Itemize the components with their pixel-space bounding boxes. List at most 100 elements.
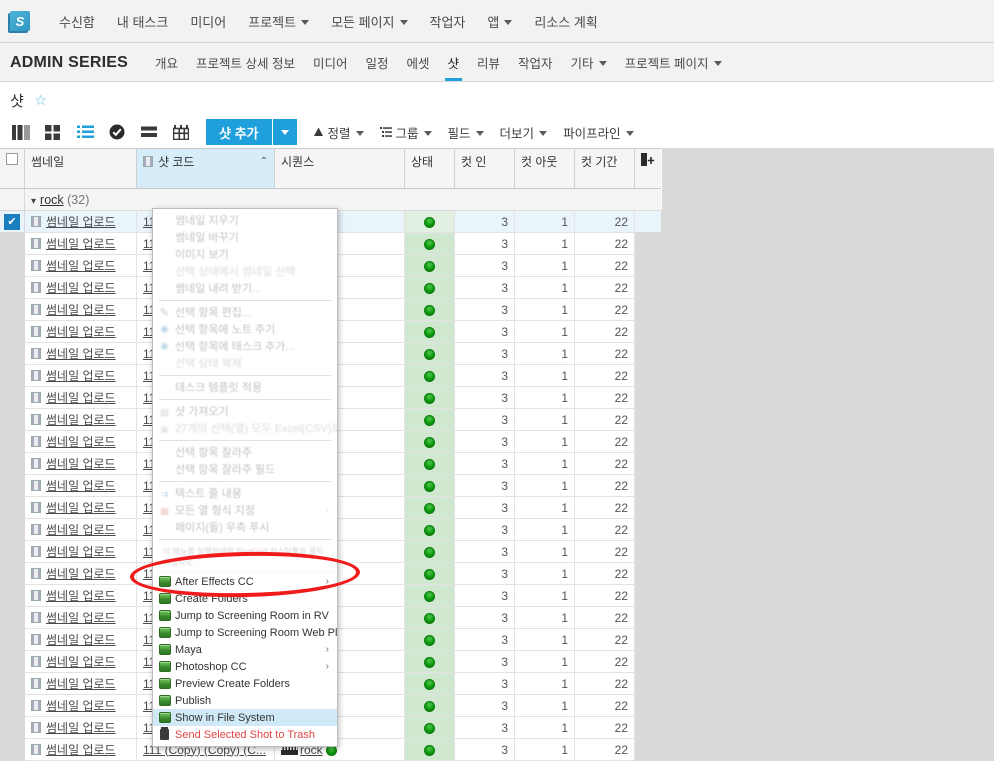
thumbnail-cell[interactable]: 썸네일 업로드 bbox=[24, 562, 137, 585]
thumbnail-upload-link[interactable]: 썸네일 업로드 bbox=[46, 589, 116, 603]
context-menu-item[interactable]: ▦ 모든 열 형식 지정 › bbox=[153, 502, 337, 519]
cut-duration-cell[interactable]: 22 bbox=[574, 738, 635, 761]
cut-duration-cell[interactable]: 22 bbox=[574, 606, 635, 629]
context-menu-item[interactable]: Create Folders bbox=[153, 590, 337, 607]
context-menu-item[interactable]: Send Selected Shot to Trash bbox=[153, 726, 337, 743]
favorite-star-icon[interactable]: ☆ bbox=[34, 92, 47, 109]
context-menu-item[interactable]: Show in File System bbox=[153, 709, 337, 726]
thumbnail-cell[interactable]: 썸네일 업로드 bbox=[24, 254, 137, 277]
cut-out-cell[interactable]: 1 bbox=[514, 738, 575, 761]
cut-out-cell[interactable]: 1 bbox=[514, 518, 575, 541]
status-cell[interactable] bbox=[404, 496, 455, 519]
globalnav-item-4[interactable]: 모든 페이지 bbox=[320, 0, 418, 43]
context-menu-item[interactable]: Publish bbox=[153, 692, 337, 709]
context-menu-item[interactable]: Jump to Screening Room in RV bbox=[153, 607, 337, 624]
context-menu-item[interactable]: ▣ 27개의 선택(열) 모두 Excel(CSV)로 내보내기 bbox=[153, 420, 337, 437]
tab-3[interactable]: 일정 bbox=[356, 53, 397, 81]
cut-out-cell[interactable]: 1 bbox=[514, 408, 575, 431]
cut-in-cell[interactable]: 3 bbox=[454, 694, 515, 717]
column-header-thumbnail[interactable]: 썸네일 bbox=[24, 148, 137, 189]
cut-out-cell[interactable]: 1 bbox=[514, 672, 575, 695]
thumbnail-upload-link[interactable]: 썸네일 업로드 bbox=[46, 611, 116, 625]
group-name[interactable]: rock bbox=[40, 193, 64, 207]
status-cell[interactable] bbox=[404, 738, 455, 761]
status-cell[interactable] bbox=[404, 628, 455, 651]
cut-duration-cell[interactable]: 22 bbox=[574, 298, 635, 321]
cut-out-cell[interactable]: 1 bbox=[514, 254, 575, 277]
thumbnail-upload-link[interactable]: 썸네일 업로드 bbox=[46, 281, 116, 295]
status-cell[interactable] bbox=[404, 386, 455, 409]
cut-in-cell[interactable]: 3 bbox=[454, 628, 515, 651]
cut-out-cell[interactable]: 1 bbox=[514, 342, 575, 365]
cut-duration-cell[interactable]: 22 bbox=[574, 562, 635, 585]
status-cell[interactable] bbox=[404, 672, 455, 695]
tab-0[interactable]: 개요 bbox=[146, 53, 187, 81]
row-select-cell[interactable] bbox=[0, 452, 25, 475]
cut-out-cell[interactable]: 1 bbox=[514, 474, 575, 497]
row-select-cell[interactable] bbox=[0, 342, 25, 365]
shotgrid-logo-icon[interactable]: S bbox=[10, 11, 30, 31]
list-view-icon[interactable] bbox=[70, 119, 100, 145]
cut-duration-cell[interactable]: 22 bbox=[574, 540, 635, 563]
context-menu-item[interactable]: ▤ 샷 가져오기 bbox=[153, 403, 337, 420]
sort-menu[interactable]: 정렬 bbox=[313, 123, 364, 142]
row-select-cell[interactable] bbox=[0, 386, 25, 409]
cut-duration-cell[interactable]: 22 bbox=[574, 430, 635, 453]
context-menu-item[interactable]: 태스크 템플릿 적용 bbox=[153, 379, 337, 396]
cut-in-cell[interactable]: 3 bbox=[454, 584, 515, 607]
tab-4[interactable]: 에셋 bbox=[397, 53, 438, 81]
thumbnail-upload-link[interactable]: 썸네일 업로드 bbox=[46, 721, 116, 735]
row-context-menu[interactable]: 썸네일 지우기 썸네일 바꾸기 이미지 보기 선택 상태에서 썸네일 선택 썸네일 내려… bbox=[152, 208, 338, 747]
cut-out-cell[interactable]: 1 bbox=[514, 320, 575, 343]
thumbnail-upload-link[interactable]: 썸네일 업로드 bbox=[46, 215, 116, 229]
tab-5[interactable]: 샷 bbox=[439, 53, 469, 81]
cut-duration-cell[interactable]: 22 bbox=[574, 320, 635, 343]
thumbnail-upload-link[interactable]: 썸네일 업로드 bbox=[46, 303, 116, 317]
context-menu-item[interactable]: Photoshop CC › bbox=[153, 658, 337, 675]
tab-6[interactable]: 리뷰 bbox=[468, 53, 509, 81]
row-select-cell[interactable] bbox=[0, 672, 25, 695]
thumbnail-upload-link[interactable]: 썸네일 업로드 bbox=[46, 479, 116, 493]
cut-duration-cell[interactable]: 22 bbox=[574, 364, 635, 387]
row-select-cell[interactable] bbox=[0, 540, 25, 563]
row-select-cell[interactable] bbox=[0, 496, 25, 519]
thumbnail-cell[interactable]: 썸네일 업로드 bbox=[24, 298, 137, 321]
cut-in-cell[interactable]: 3 bbox=[454, 518, 515, 541]
calendar-view-icon[interactable] bbox=[166, 119, 196, 145]
tab-2[interactable]: 미디어 bbox=[304, 53, 357, 81]
thumbnail-upload-link[interactable]: 썸네일 업로드 bbox=[46, 523, 116, 537]
thumbnail-upload-link[interactable]: 썸네일 업로드 bbox=[46, 259, 116, 273]
globalnav-item-2[interactable]: 미디어 bbox=[179, 0, 237, 43]
thumbnail-upload-link[interactable]: 썸네일 업로드 bbox=[46, 413, 116, 427]
thumbnail-upload-link[interactable]: 썸네일 업로드 bbox=[46, 677, 116, 691]
context-menu-item[interactable]: 썸네일 지우기 bbox=[153, 212, 337, 229]
status-cell[interactable] bbox=[404, 562, 455, 585]
cut-in-cell[interactable]: 3 bbox=[454, 254, 515, 277]
cut-duration-cell[interactable]: 22 bbox=[574, 694, 635, 717]
row-select-cell[interactable] bbox=[0, 408, 25, 431]
cut-duration-cell[interactable]: 22 bbox=[574, 628, 635, 651]
thumbnail-cell[interactable]: 썸네일 업로드 bbox=[24, 364, 137, 387]
cut-in-cell[interactable]: 3 bbox=[454, 650, 515, 673]
task-view-icon[interactable] bbox=[102, 119, 132, 145]
context-menu-item[interactable]: 선택 항목 잘라주 필드 bbox=[153, 461, 337, 478]
globalnav-item-5[interactable]: 작업자 bbox=[419, 0, 477, 43]
tab-8[interactable]: 기타 bbox=[562, 53, 616, 81]
globalnav-item-7[interactable]: 리소스 계획 bbox=[523, 0, 608, 43]
cut-duration-cell[interactable]: 22 bbox=[574, 496, 635, 519]
cut-duration-cell[interactable]: 22 bbox=[574, 452, 635, 475]
thumbnail-cell[interactable]: 썸네일 업로드 bbox=[24, 540, 137, 563]
row-select-cell[interactable]: ✔ bbox=[0, 210, 25, 233]
thumbnail-cell[interactable]: 썸네일 업로드 bbox=[24, 474, 137, 497]
thumbnail-cell[interactable]: 썸네일 업로드 bbox=[24, 430, 137, 453]
tab-7[interactable]: 작업자 bbox=[509, 53, 562, 81]
thumbnail-cell[interactable]: 썸네일 업로드 bbox=[24, 408, 137, 431]
column-header-code[interactable]: 샷 코드 ⌃ bbox=[136, 148, 275, 189]
thumbnail-cell[interactable]: 썸네일 업로드 bbox=[24, 210, 137, 233]
row-select-cell[interactable] bbox=[0, 628, 25, 651]
fields-menu[interactable]: 필드 bbox=[448, 123, 484, 142]
cut-in-cell[interactable]: 3 bbox=[454, 320, 515, 343]
cut-duration-cell[interactable]: 22 bbox=[574, 518, 635, 541]
cut-in-cell[interactable]: 3 bbox=[454, 386, 515, 409]
thumbnail-upload-link[interactable]: 썸네일 업로드 bbox=[46, 237, 116, 251]
